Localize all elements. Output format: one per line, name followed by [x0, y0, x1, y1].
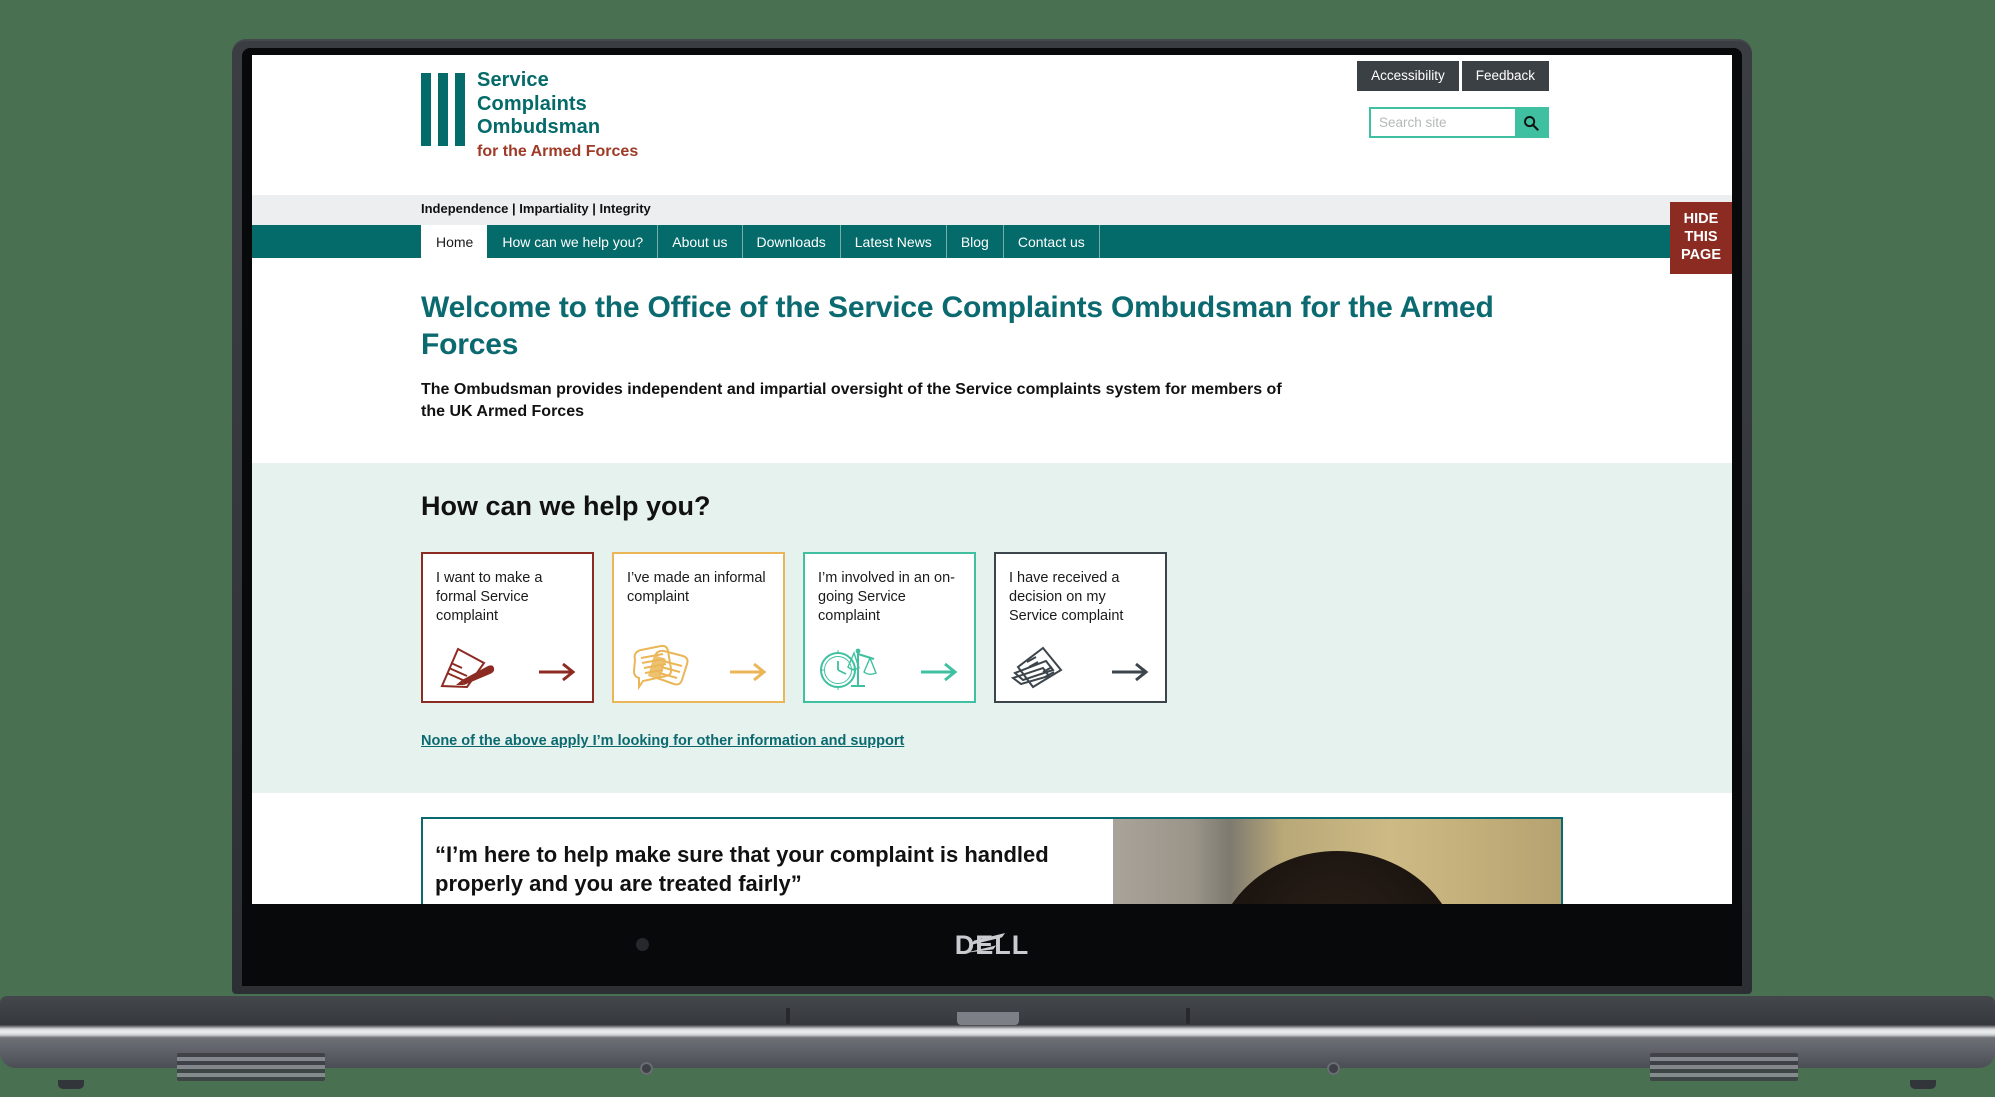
help-card-text: I want to make a formal Service complain… [436, 570, 543, 625]
screw-left [640, 1062, 653, 1075]
search-input[interactable] [1371, 109, 1515, 136]
help-card-formal-complaint[interactable]: I want to make a formal Service complain… [421, 552, 594, 704]
strapline-band: Independence | Impartiality | Integrity [252, 195, 1732, 225]
webcam-icon [636, 938, 649, 951]
nav-item-blog[interactable]: Blog [947, 225, 1004, 258]
arrow-right-icon [730, 663, 767, 682]
logo-subtitle: for the Armed Forces [477, 142, 639, 160]
hinge-notch [957, 1012, 1019, 1025]
laptop-mockup: Service Complaints Ombudsman for the Arm… [0, 0, 1995, 1097]
help-card-text: I have received a decision on my Service… [1009, 570, 1124, 625]
hide-page-line-1: HIDE [1683, 211, 1719, 227]
help-card-text: I’ve made an informal complaint [627, 570, 766, 606]
nav-item-how-can-we-help[interactable]: How can we help you? [488, 225, 659, 258]
foot-right [1910, 1080, 1936, 1089]
quote-text: “I’m here to help make sure that your co… [435, 842, 1049, 896]
laptop-chin: DELL [242, 904, 1742, 986]
logo-text: Service Complaints Ombudsman for the Arm… [477, 69, 638, 162]
help-section-heading: How can we help you? [421, 491, 711, 522]
arrow-right-icon [539, 663, 576, 682]
nav-item-home[interactable]: Home [421, 225, 489, 258]
dell-wordmark: DELL [954, 929, 1030, 960]
help-card-decision-received[interactable]: I have received a decision on my Service… [994, 552, 1167, 704]
browser-viewport: Service Complaints Ombudsman for the Arm… [252, 55, 1732, 904]
arrow-right-icon [921, 663, 958, 682]
vent-right [1650, 1053, 1798, 1081]
feedback-link[interactable]: Feedback [1461, 61, 1549, 91]
dell-logo: DELL [955, 930, 1030, 961]
logo-bars-icon [421, 69, 465, 162]
search-button[interactable] [1515, 109, 1547, 136]
other-information-link[interactable]: None of the above apply I’m looking for … [421, 733, 904, 749]
main-navigation-bar: Home How can we help you? About us Downl… [252, 202, 1732, 275]
pen-and-paper-icon [440, 647, 495, 689]
main-navigation: Home How can we help you? About us Downl… [421, 225, 1100, 258]
nav-item-downloads[interactable]: Downloads [743, 225, 841, 258]
logo-line-1: Service [477, 69, 549, 91]
accessibility-link[interactable]: Accessibility [1357, 61, 1459, 91]
quote-section: “I’m here to help make sure that your co… [252, 793, 1732, 904]
help-card-ongoing-complaint[interactable]: I’m involved in an on-going Service comp… [803, 552, 976, 704]
hide-page-line-3: PAGE [1680, 247, 1722, 264]
help-card-list: I want to make a formal Service complain… [421, 552, 1563, 704]
search-icon [1524, 115, 1539, 131]
site-header: Service Complaints Ombudsman for the Arm… [252, 55, 1732, 195]
hinge-tick-left [786, 1008, 790, 1024]
speech-bubble-book-icon [632, 645, 689, 691]
help-card-informal-complaint[interactable]: I’ve made an informal complaint [612, 552, 785, 704]
help-card-text: I’m involved in an on-going Service comp… [818, 570, 956, 625]
vent-left [177, 1053, 325, 1081]
strapline-text: Independence | Impartiality | Integrity [421, 201, 651, 216]
screw-right [1327, 1062, 1340, 1075]
nav-item-latest-news[interactable]: Latest News [841, 225, 947, 258]
hinge-tick-right [1186, 1008, 1190, 1024]
website-page: Service Complaints Ombudsman for the Arm… [252, 55, 1732, 904]
site-search [1369, 107, 1549, 138]
site-logo[interactable]: Service Complaints Ombudsman for the Arm… [421, 69, 638, 162]
page-title: Welcome to the Office of the Service Com… [421, 291, 1494, 361]
nav-item-contact-us[interactable]: Contact us [1004, 225, 1100, 258]
letters-icon [1010, 646, 1063, 689]
page-subtitle: The Ombudsman provides independent and i… [421, 381, 1282, 421]
utility-links: Accessibility Feedback [1357, 61, 1549, 91]
nav-item-about-us[interactable]: About us [658, 225, 743, 258]
hide-page-line-2: THIS [1684, 229, 1718, 246]
help-section: How can we help you? I want to make a fo… [252, 463, 1732, 794]
hero-section: Welcome to the Office of the Service Com… [252, 258, 1732, 464]
quote-banner: “I’m here to help make sure that your co… [421, 817, 1563, 904]
clock-and-scales-icon [820, 648, 877, 691]
logo-line-2: Complaints [477, 92, 587, 115]
ombudsman-portrait-photo [1113, 819, 1561, 904]
logo-line-3: Ombudsman [477, 116, 601, 139]
hide-this-page-button[interactable]: HIDE THIS PAGE [1670, 202, 1732, 275]
foot-left [58, 1080, 84, 1089]
arrow-right-icon [1112, 663, 1149, 682]
